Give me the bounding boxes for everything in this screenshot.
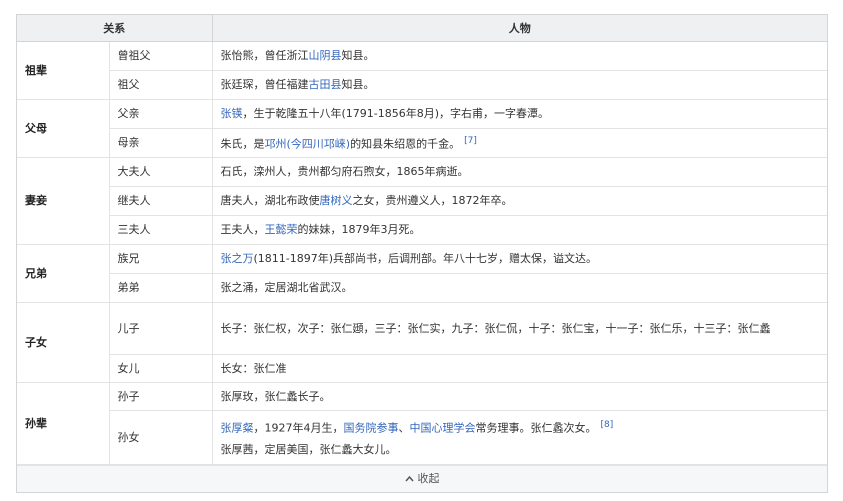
table-row: 孙女 张厚粲，1927年4月生，国务院参事、中国心理学会常务理事。张仁蠡次女。 [… [17,410,827,465]
relations-table: 关系 人物 祖辈 曾祖父 张怡熊，曾任浙江山阴县知县。 祖父 张廷琛，曾任福建古… [17,15,827,465]
link-tangshuyi[interactable]: 唐树义 [320,194,353,207]
relation-cell: 女儿 [109,354,213,383]
collapse-label: 收起 [417,472,440,485]
text: 朱氏，是 [220,137,265,151]
text: 常务理事。张仁蠡次女。 [475,421,597,435]
text: 的知县朱绍恩的千金。 [350,137,461,151]
description-cell: 张锳，生于乾隆五十八年(1791-1856年8月)，字右甫，一字春潭。 [212,99,827,129]
link-chinese-psychological-society[interactable]: 中国心理学会 [410,421,476,434]
description-cell: 长子：张仁权，次子：张仁頲，三子：张仁实，九子：张仁侃，十子：张仁宝，十一子：张… [212,302,827,355]
description-line: 张厚粲，1927年4月生，国务院参事、中国心理学会常务理事。张仁蠡次女。 [8] [221,417,820,437]
table-row: 母亲 朱氏，是邛州(今四川邛崃)的知县朱绍恩的千金。 [7] [17,128,827,158]
group-label: 妻妾 [17,157,110,245]
description-cell: 张之万(1811-1897年)兵部尚书，后调刑部。年八十七岁，赠太保，谥文达。 [212,244,827,274]
relation-cell: 儿子 [109,302,213,355]
collapse-button[interactable]: 收起 [17,465,827,492]
relations-table-container: 关系 人物 祖辈 曾祖父 张怡熊，曾任浙江山阴县知县。 祖父 张廷琛，曾任福建古… [16,14,828,493]
link-zhangying[interactable]: 张锳 [221,107,243,120]
relation-cell: 父亲 [109,99,213,129]
link-gutian[interactable]: 古田县 [309,78,342,91]
reference-link[interactable]: [7] [464,136,477,146]
description-line: 张厚茜，定居美国，张仁蠡大女儿。 [220,443,397,457]
relation-cell: 继夫人 [109,186,213,216]
text: 、 [398,421,410,435]
relation-cell: 母亲 [109,128,213,158]
description-cell: 张怡熊，曾任浙江山阴县知县。 [212,41,827,71]
group-label: 父母 [17,99,110,158]
description-cell: 张廷琛，曾任福建古田县知县。 [212,70,827,100]
link-zhangzhiwan[interactable]: 张之万 [221,252,254,265]
group-label: 祖辈 [17,41,110,100]
table-row: 子女 儿子 长子：张仁权，次子：张仁頲，三子：张仁实，九子：张仁侃，十子：张仁宝… [17,302,827,383]
description-cell: 石氏，滦州人，贵州都匀府石煦女，1865年病逝。 [212,157,827,187]
text: 的妹妹，1879年3月死。 [297,223,421,236]
table-row: 孙辈 孙子 张厚玫，张仁蠡长子。 [17,382,827,465]
header-relation: 关系 [17,15,213,42]
description-cell: 朱氏，是邛州(今四川邛崃)的知县朱绍恩的千金。 [7] [212,128,827,158]
relation-cell: 祖父 [109,70,213,100]
group-label: 孙辈 [17,382,110,465]
relation-cell: 孙女 [109,410,213,465]
description-cell: 长女：张仁准 [212,354,827,383]
table-header-row: 关系 人物 [17,15,827,42]
text: (1811-1897年)兵部尚书，后调刑部。年八十七岁，赠太保，谥文达。 [253,252,598,265]
group-label: 子女 [17,302,110,383]
reference-link[interactable]: [8] [601,420,614,430]
text: 知县。 [341,49,375,62]
text: 之女，贵州遵义人，1872年卒。 [352,194,513,207]
relation-cell: 族兄 [109,244,213,274]
link-wangyirong[interactable]: 王懿荣 [265,223,298,236]
description-cell: 张厚粲，1927年4月生，国务院参事、中国心理学会常务理事。张仁蠡次女。 [8] … [212,410,827,465]
text: 唐夫人，湖北布政使 [220,194,320,207]
table-row: 弟弟 张之涌，定居湖北省武汉。 [17,273,827,303]
relation-cell: 弟弟 [109,273,213,303]
table-row: 兄弟 族兄 张之万(1811-1897年)兵部尚书，后调刑部。年八十七岁，赠太保… [17,244,827,303]
relation-cell: 孙子 [109,382,213,411]
table-row: 妻妾 大夫人 石氏，滦州人，贵州都匀府石煦女，1865年病逝。 [17,157,827,245]
table-row: 祖辈 曾祖父 张怡熊，曾任浙江山阴县知县。 [17,41,827,100]
link-qiongzhou[interactable]: 邛州(今四川邛崃) [265,138,351,151]
link-shanyin[interactable]: 山阴县 [309,49,342,62]
text: 张廷琛，曾任福建 [220,78,309,91]
description-cell: 张厚玫，张仁蠡长子。 [212,382,827,411]
table-row: 祖父 张廷琛，曾任福建古田县知县。 [17,70,827,100]
table-row: 父母 父亲 张锳，生于乾隆五十八年(1791-1856年8月)，字右甫，一字春潭… [17,99,827,158]
table-row: 女儿 长女：张仁准 [17,354,827,383]
table-row: 三夫人 王夫人，王懿荣的妹妹，1879年3月死。 [17,215,827,245]
description-cell: 唐夫人，湖北布政使唐树义之女，贵州遵义人，1872年卒。 [212,186,827,216]
link-zhanghoucan[interactable]: 张厚粲 [221,421,254,434]
relation-cell: 大夫人 [109,157,213,187]
text: 王夫人， [220,223,265,236]
text: 张怡熊，曾任浙江 [220,49,309,62]
table-row: 继夫人 唐夫人，湖北布政使唐树义之女，贵州遵义人，1872年卒。 [17,186,827,216]
description-cell: 王夫人，王懿荣的妹妹，1879年3月死。 [212,215,827,245]
link-state-council-counselor[interactable]: 国务院参事 [344,421,399,434]
relation-cell: 三夫人 [109,215,213,245]
text: ，生于乾隆五十八年(1791-1856年8月)，字右甫，一字春潭。 [242,107,550,120]
description-cell: 张之涌，定居湖北省武汉。 [212,273,827,303]
header-person: 人物 [212,15,827,42]
text: 知县。 [341,78,375,91]
group-label: 兄弟 [17,244,110,303]
text: ，1927年4月生， [253,421,344,435]
relation-cell: 曾祖父 [109,41,213,71]
chevron-up-icon [404,466,414,492]
